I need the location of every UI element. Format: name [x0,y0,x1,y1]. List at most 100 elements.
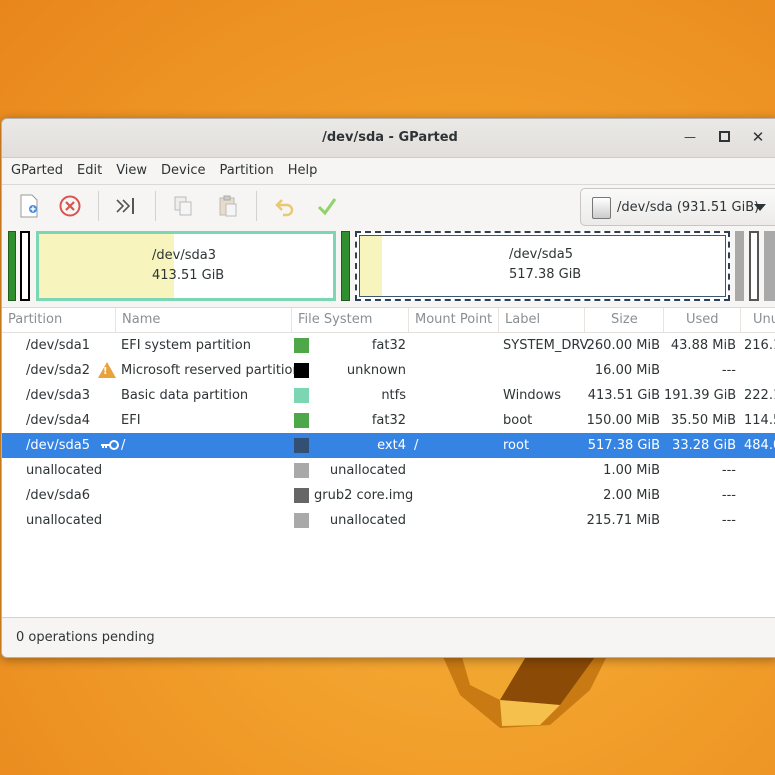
column-header-used[interactable]: Used [664,308,741,332]
close-icon[interactable]: ✕ [750,129,766,145]
filesystem-color-swatch [294,363,309,378]
table-row[interactable]: /dev/sda1 EFI system partition fat32 SYS… [2,333,775,358]
new-partition-button[interactable] [15,192,43,220]
menu-edit[interactable]: Edit [70,158,109,184]
partition-block-sda5[interactable]: /dev/sda5 517.38 GiB [355,231,730,301]
device-label: /dev/sda (931.51 GiB) [617,200,760,215]
table-header: Partition Name File System Mount Point L… [2,308,775,333]
paste-icon [219,195,237,217]
cell-size: 1.00 MiB [603,463,660,478]
filesystem-color-swatch [294,488,309,503]
column-header-partition[interactable]: Partition [2,308,116,332]
cell-filesystem: fat32 [371,413,406,428]
cell-used: --- [721,363,736,378]
toolbar-separator [98,191,99,221]
cell-label: Windows [503,388,562,403]
table-body: /dev/sda1 EFI system partition fat32 SYS… [2,333,775,533]
menu-bar: GParted Edit View Device Partition Help [2,158,775,185]
cell-filesystem: fat32 [371,338,406,353]
cell-unused: 216.1 [744,338,775,353]
cell-name: / [121,438,126,453]
harddisk-icon [592,197,611,219]
column-header-label[interactable]: Label [499,308,585,332]
partition-block-size: 413.51 GiB [152,268,225,283]
filesystem-color-swatch [294,338,309,353]
disk-map: /dev/sda3 413.51 GiB /dev/sda5 517.38 Gi… [2,226,775,304]
table-row[interactable]: unallocated unallocated 215.71 MiB --- [2,508,775,533]
cell-partition: unallocated [26,513,103,528]
partition-block-sda3[interactable]: /dev/sda3 413.51 GiB [36,231,336,301]
cell-size: 16.00 MiB [594,363,660,378]
window-title: /dev/sda - GParted [322,130,458,145]
cell-size: 215.71 MiB [586,513,660,528]
undo-button[interactable] [271,192,299,220]
cell-filesystem: unallocated [329,513,406,528]
toolbar: /dev/sda (931.51 GiB) [2,185,775,228]
column-header-name[interactable]: Name [116,308,292,332]
partition-block-sda1[interactable] [8,231,16,301]
cell-used: --- [721,513,736,528]
delete-icon [59,195,81,217]
cell-used: 191.39 GiB [664,388,737,403]
gparted-window: /dev/sda - GParted — ✕ GParted Edit View… [1,118,775,658]
column-header-unused[interactable]: Unu [741,308,775,332]
partition-block-sda6[interactable] [749,231,759,301]
wallpaper-graphic [440,650,610,728]
filesystem-color-swatch [294,438,309,453]
cell-size: 413.51 GiB [587,388,660,403]
table-row[interactable]: /dev/sda3 Basic data partition ntfs Wind… [2,383,775,408]
cell-filesystem: ntfs [381,388,406,403]
table-row-selected[interactable]: /dev/sda5 / ext4 / root 517.38 GiB 33.28… [2,433,775,458]
cell-used: --- [721,463,736,478]
table-row[interactable]: unallocated unallocated 1.00 MiB --- [2,458,775,483]
table-row[interactable]: /dev/sda4 EFI fat32 boot 150.00 MiB 35.5… [2,408,775,433]
apply-button[interactable] [313,192,341,220]
column-header-filesystem[interactable]: File System [292,308,409,332]
maximize-icon[interactable] [716,129,732,145]
cell-partition: /dev/sda1 [26,338,90,353]
device-selector[interactable]: /dev/sda (931.51 GiB) [580,188,775,226]
cell-name: Microsoft reserved partition [121,363,301,378]
copy-icon [174,196,192,216]
cell-name: Basic data partition [121,388,249,403]
menu-gparted[interactable]: GParted [4,158,70,184]
undo-icon [275,199,294,217]
partition-block-name: /dev/sda5 [509,247,573,262]
partition-block-unallocated[interactable] [764,231,775,301]
chevron-down-icon [754,204,766,211]
cell-unused: 222.1 [744,388,775,403]
partition-block-sda2[interactable] [20,231,30,301]
paste-button[interactable] [214,192,242,220]
table-row[interactable]: /dev/sda2 ! Microsoft reserved partition… [2,358,775,383]
status-bar: 0 operations pending [2,617,775,657]
cell-name: EFI system partition [121,338,251,353]
filesystem-color-swatch [294,513,309,528]
column-header-size[interactable]: Size [585,308,664,332]
menu-device[interactable]: Device [154,158,212,184]
minimize-icon[interactable]: — [682,129,698,145]
cell-used: 33.28 GiB [672,438,736,453]
delete-partition-button[interactable] [56,192,84,220]
used-space-fill [39,234,175,298]
partition-block-unallocated[interactable] [735,231,744,301]
cell-filesystem: grub2 core.img [314,488,414,503]
cell-filesystem: ext4 [377,438,406,453]
cell-size: 517.38 GiB [587,438,660,453]
copy-button[interactable] [169,192,197,220]
table-row[interactable]: /dev/sda6 grub2 core.img 2.00 MiB --- [2,483,775,508]
cell-partition: /dev/sda4 [26,413,90,428]
cell-used: 35.50 MiB [670,413,736,428]
cell-mount-point: / [414,438,419,453]
menu-help[interactable]: Help [281,158,325,184]
key-icon [101,440,119,450]
cell-used: 43.88 MiB [670,338,736,353]
menu-view[interactable]: View [109,158,154,184]
title-bar: /dev/sda - GParted — ✕ [2,119,775,158]
menu-partition[interactable]: Partition [213,158,281,184]
partition-block-sda4[interactable] [341,231,350,301]
cell-partition: /dev/sda2 [26,363,90,378]
cell-label: root [503,438,530,453]
cell-size: 260.00 MiB [586,338,660,353]
column-header-mount-point[interactable]: Mount Point [409,308,499,332]
resize-move-button[interactable] [112,192,140,220]
